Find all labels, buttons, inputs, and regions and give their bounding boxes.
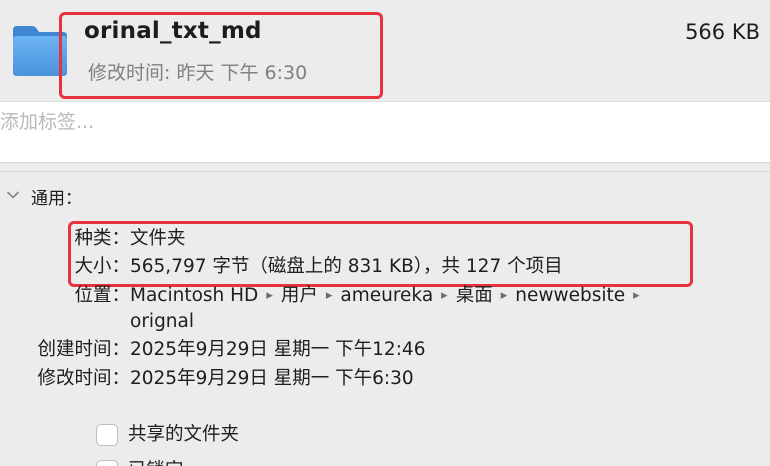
locked-option[interactable]: 已锁定 xyxy=(96,458,396,466)
triangle-right-icon: ▸ xyxy=(266,288,273,303)
path-item[interactable]: newwebsite xyxy=(515,285,625,306)
section-divider xyxy=(0,171,770,172)
file-size: 566 KB xyxy=(685,20,760,44)
path-item[interactable]: ameureka xyxy=(340,285,433,306)
highlight-box-header xyxy=(59,12,383,99)
triangle-right-icon: ▸ xyxy=(633,288,640,303)
modified-row: 修改时间： 2025年9月29日 星期一 下午6:30 xyxy=(0,366,770,392)
tags-field[interactable]: 添加标签... xyxy=(0,101,770,163)
created-value: 2025年9月29日 星期一 下午12:46 xyxy=(130,339,426,360)
highlight-box-details xyxy=(68,221,693,287)
general-section-title: 通用： xyxy=(31,189,82,209)
shared-folder-checkbox[interactable] xyxy=(96,424,118,446)
created-label: 创建时间： xyxy=(37,339,130,360)
path-item[interactable]: 用户 xyxy=(281,285,318,306)
triangle-right-icon: ▸ xyxy=(441,288,448,303)
shared-folder-label: 共享的文件夹 xyxy=(128,424,240,445)
triangle-right-icon: ▸ xyxy=(500,288,508,303)
locked-label: 已锁定 xyxy=(128,458,184,466)
triangle-right-icon: ▸ xyxy=(325,288,333,303)
location-path: Macintosh HD ▸ 用户 ▸ ameureka ▸ 桌面 ▸ newwebsite ▸ xyxy=(130,283,648,311)
tags-placeholder: 添加标签... xyxy=(0,111,95,133)
location-label: 位置： xyxy=(74,285,130,306)
path-item-last[interactable]: orignal xyxy=(130,309,194,335)
path-item[interactable]: 桌面 xyxy=(456,285,493,306)
shared-folder-option[interactable]: 共享的文件夹 xyxy=(96,422,396,448)
locked-checkbox[interactable] xyxy=(96,460,118,466)
location-row: 位置： Macintosh HD ▸ 用户 ▸ ameureka ▸ 桌面 ▸ newwebsi… xyxy=(0,283,770,335)
modified-label: 修改时间： xyxy=(37,368,130,389)
modified-value: 2025年9月29日 星期一 下午6:30 xyxy=(130,368,414,389)
chevron-down-icon[interactable] xyxy=(6,188,20,202)
path-item[interactable]: Macintosh HD xyxy=(130,285,258,306)
created-row: 创建时间： 2025年9月29日 星期一 下午12:46 xyxy=(0,337,770,363)
